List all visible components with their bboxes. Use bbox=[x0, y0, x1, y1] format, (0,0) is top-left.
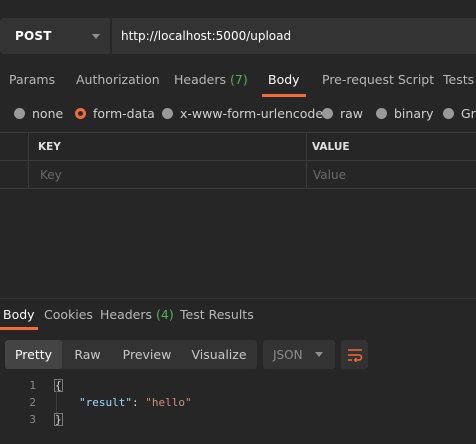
table-row: Key Value bbox=[0, 161, 476, 189]
radio-icon bbox=[443, 107, 454, 119]
radio-none[interactable]: none bbox=[14, 103, 63, 123]
chevron-down-icon bbox=[92, 33, 100, 39]
radio-raw[interactable]: raw bbox=[322, 103, 363, 123]
table-header-row: KEY VALUE bbox=[0, 133, 476, 161]
tab-label: Tests bbox=[443, 72, 475, 87]
tab-label: Body bbox=[268, 72, 300, 87]
close-brace: } bbox=[54, 413, 63, 426]
form-data-table: KEY VALUE Key Value bbox=[0, 132, 476, 189]
format-select-value: JSON bbox=[273, 347, 303, 362]
wrap-lines-icon bbox=[347, 348, 362, 362]
chevron-down-icon bbox=[315, 352, 323, 357]
value-input[interactable]: Value bbox=[313, 161, 346, 189]
url-input[interactable]: http://localhost:5000/upload bbox=[112, 18, 476, 54]
radio-icon bbox=[322, 107, 333, 119]
request-bar: POST http://localhost:5000/upload bbox=[0, 18, 476, 54]
radio-binary[interactable]: binary bbox=[376, 103, 434, 123]
headers-count: (4) bbox=[156, 307, 174, 322]
line-number: 3 bbox=[29, 413, 36, 426]
radio-icon bbox=[75, 107, 86, 119]
radio-label: Gra bbox=[461, 105, 476, 121]
radio-form-data[interactable]: form-data bbox=[75, 103, 155, 123]
value-header: VALUE bbox=[312, 141, 350, 153]
format-toolbar: Pretty Raw Preview Visualize JSON bbox=[5, 340, 368, 369]
radio-graphql[interactable]: Gra bbox=[443, 103, 476, 123]
code-line: 3 } bbox=[0, 411, 476, 428]
tab-label: Authorization bbox=[76, 72, 160, 87]
code-line: 2 "result": "hello" bbox=[0, 394, 476, 411]
tab-response-body[interactable]: Body bbox=[0, 303, 38, 330]
tab-pre-request-script[interactable]: Pre-request Script bbox=[322, 66, 434, 96]
radio-label: form-data bbox=[93, 105, 155, 121]
response-body-viewer[interactable]: 1 { 2 "result": "hello" 3 } bbox=[0, 375, 476, 435]
visualize-button[interactable]: Visualize bbox=[181, 340, 257, 369]
tab-cookies[interactable]: Cookies bbox=[44, 303, 93, 329]
pretty-button[interactable]: Pretty bbox=[5, 340, 62, 369]
tab-label: Cookies bbox=[44, 307, 93, 322]
tab-label: Params bbox=[9, 72, 56, 87]
format-button-group: Pretty Raw Preview Visualize bbox=[5, 340, 257, 369]
json-separator: : bbox=[131, 396, 146, 409]
request-tabs: Params Authorization Headers (7) Body Pr… bbox=[0, 66, 476, 97]
radio-label: raw bbox=[340, 105, 364, 121]
tab-test-results[interactable]: Test Results bbox=[180, 303, 254, 329]
tab-params[interactable]: Params bbox=[9, 66, 55, 96]
response-divider bbox=[0, 298, 476, 299]
code-line: 1 { bbox=[0, 377, 476, 394]
method-label: POST bbox=[15, 29, 52, 43]
tab-tests[interactable]: Tests bbox=[443, 66, 474, 96]
headers-count: (7) bbox=[230, 72, 248, 87]
body-type-selector: none form-data x-www-form-urlencoded raw… bbox=[0, 103, 476, 123]
key-input[interactable]: Key bbox=[40, 161, 62, 189]
line-number: 2 bbox=[29, 396, 36, 409]
radio-label: x-www-form-urlencoded bbox=[180, 105, 331, 121]
radio-icon bbox=[376, 107, 387, 119]
tab-response-headers[interactable]: Headers (4) bbox=[100, 303, 174, 329]
response-tabs: Body Cookies Headers (4) Test Results bbox=[0, 303, 476, 330]
radio-icon bbox=[14, 107, 25, 119]
radio-icon bbox=[162, 107, 173, 119]
tab-body[interactable]: Body bbox=[262, 66, 306, 97]
radio-label: binary bbox=[394, 105, 434, 121]
json-value: "hello" bbox=[145, 396, 192, 409]
line-content: "result": "hello" bbox=[79, 394, 192, 411]
tab-label: Headers bbox=[100, 307, 153, 322]
key-header: KEY bbox=[38, 141, 61, 153]
tab-label: Headers bbox=[174, 72, 227, 87]
format-select[interactable]: JSON bbox=[263, 340, 335, 369]
tab-label: Pre-request Script bbox=[322, 72, 435, 87]
json-key: "result" bbox=[79, 396, 132, 409]
raw-button[interactable]: Raw bbox=[62, 340, 113, 369]
tab-label: Body bbox=[3, 307, 35, 322]
tab-label: Test Results bbox=[180, 307, 254, 322]
radio-label: none bbox=[32, 105, 64, 121]
line-number: 1 bbox=[29, 379, 36, 392]
wrap-lines-button[interactable] bbox=[341, 340, 368, 369]
tab-authorization[interactable]: Authorization bbox=[76, 66, 160, 96]
tab-headers[interactable]: Headers (7) bbox=[174, 66, 248, 96]
line-content: } bbox=[54, 411, 63, 428]
preview-button[interactable]: Preview bbox=[113, 340, 181, 369]
radio-x-www-form-urlencoded[interactable]: x-www-form-urlencoded bbox=[162, 103, 331, 123]
method-select[interactable]: POST bbox=[0, 18, 110, 54]
